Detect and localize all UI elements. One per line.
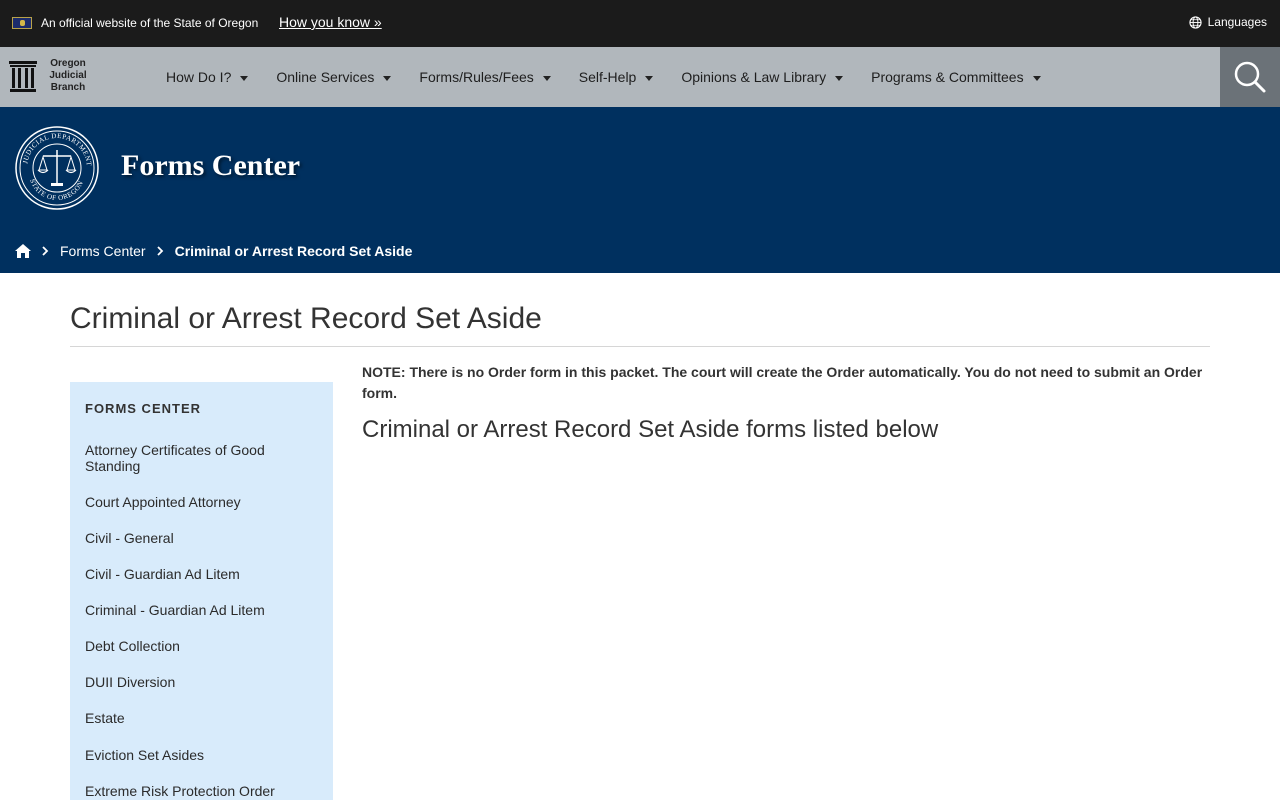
nav-item-label: Online Services <box>276 69 375 85</box>
nav-item-label: Self-Help <box>578 69 637 85</box>
sidebar-item-civil-general[interactable]: Civil - General <box>85 530 174 546</box>
nav-item-opinions-law-library[interactable]: Opinions & Law Library <box>667 47 857 107</box>
sidebar-item-civil-guardian-ad-litem[interactable]: Civil - Guardian Ad Litem <box>85 566 240 582</box>
ojd-logo-link[interactable]: Oregon Judicial Branch <box>9 58 93 94</box>
pillar-logo-icon <box>9 61 37 92</box>
nav-item-self-help[interactable]: Self-Help <box>565 47 668 107</box>
nav-item-programs-committees[interactable]: Programs & Committees <box>857 47 1054 107</box>
sidebar-item-debt-collection[interactable]: Debt Collection <box>85 638 180 654</box>
sidebar-heading: FORMS CENTER <box>85 401 201 416</box>
hero-title: Forms Center <box>121 149 301 182</box>
nav-item-forms-rules-fees[interactable]: Forms/Rules/Fees <box>405 47 564 107</box>
nav-item-label: Programs & Committees <box>871 69 1024 85</box>
sidebar-item-extreme-risk-protection-order[interactable]: Extreme Risk Protection Order <box>85 783 315 799</box>
nav-item-label: Forms/Rules/Fees <box>419 69 534 85</box>
languages-button[interactable]: Languages <box>1188 15 1267 29</box>
sidebar-item-eviction-set-asides[interactable]: Eviction Set Asides <box>85 747 204 763</box>
breadcrumb-forms-center[interactable]: Forms Center <box>60 243 146 259</box>
page-header: JUDICIAL DEPARTMENT STATE OF OREGON Form… <box>0 107 1280 273</box>
logo-text: Oregon Judicial Branch <box>43 58 93 94</box>
home-icon[interactable] <box>15 244 31 258</box>
search-icon <box>1234 61 1266 93</box>
page-title: Criminal or Arrest Record Set Aside <box>70 302 542 335</box>
nav-item-label: How Do I? <box>166 69 232 85</box>
nav-menu: How Do I? Online Services Forms/Rules/Fe… <box>152 47 1055 107</box>
caret-down-icon <box>835 75 844 81</box>
judicial-department-seal-icon: JUDICIAL DEPARTMENT STATE OF OREGON <box>15 126 99 210</box>
logo-line-oregon: Oregon <box>50 58 86 69</box>
sidebar-item-duii-diversion[interactable]: DUII Diversion <box>85 674 175 690</box>
caret-down-icon <box>383 75 392 81</box>
caret-down-icon <box>542 75 551 81</box>
nav-item-label: Opinions & Law Library <box>681 69 827 85</box>
sidebar-item-criminal-guardian-ad-litem[interactable]: Criminal - Guardian Ad Litem <box>85 602 265 618</box>
how-you-know-link[interactable]: How you know » <box>279 14 382 30</box>
caret-down-icon <box>1032 75 1041 81</box>
main-navigation: Oregon Judicial Branch How Do I? Online … <box>0 47 1280 107</box>
breadcrumb: Forms Center Criminal or Arrest Record S… <box>15 243 412 259</box>
sidebar-item-attorney-certificates[interactable]: Attorney Certificates of Good Standing <box>85 442 305 474</box>
chevron-right-icon <box>156 246 163 256</box>
search-button[interactable] <box>1220 47 1280 107</box>
nav-item-online-services[interactable]: Online Services <box>262 47 405 107</box>
official-website-text: An official website of the State of Oreg… <box>41 16 259 30</box>
oregon-flag-icon <box>12 17 32 29</box>
title-divider <box>70 346 1210 347</box>
logo-line-judicial: Judicial <box>49 70 87 81</box>
breadcrumb-current: Criminal or Arrest Record Set Aside <box>174 243 413 259</box>
languages-label: Languages <box>1207 15 1267 29</box>
forms-listed-heading: Criminal or Arrest Record Set Aside form… <box>362 416 939 443</box>
sidebar-item-court-appointed-attorney[interactable]: Court Appointed Attorney <box>85 494 241 510</box>
nav-item-how-do-i[interactable]: How Do I? <box>152 47 262 107</box>
globe-icon <box>1188 15 1202 29</box>
official-banner: An official website of the State of Oreg… <box>0 0 1280 47</box>
order-form-note: NOTE: There is no Order form in this pac… <box>362 364 1203 401</box>
sidebar-item-estate[interactable]: Estate <box>85 710 125 726</box>
caret-down-icon <box>240 75 249 81</box>
caret-down-icon <box>645 75 654 81</box>
chevron-right-icon <box>42 246 49 256</box>
forms-center-sidebar: FORMS CENTER Attorney Certificates of Go… <box>70 382 333 800</box>
logo-line-branch: Branch <box>50 82 86 93</box>
